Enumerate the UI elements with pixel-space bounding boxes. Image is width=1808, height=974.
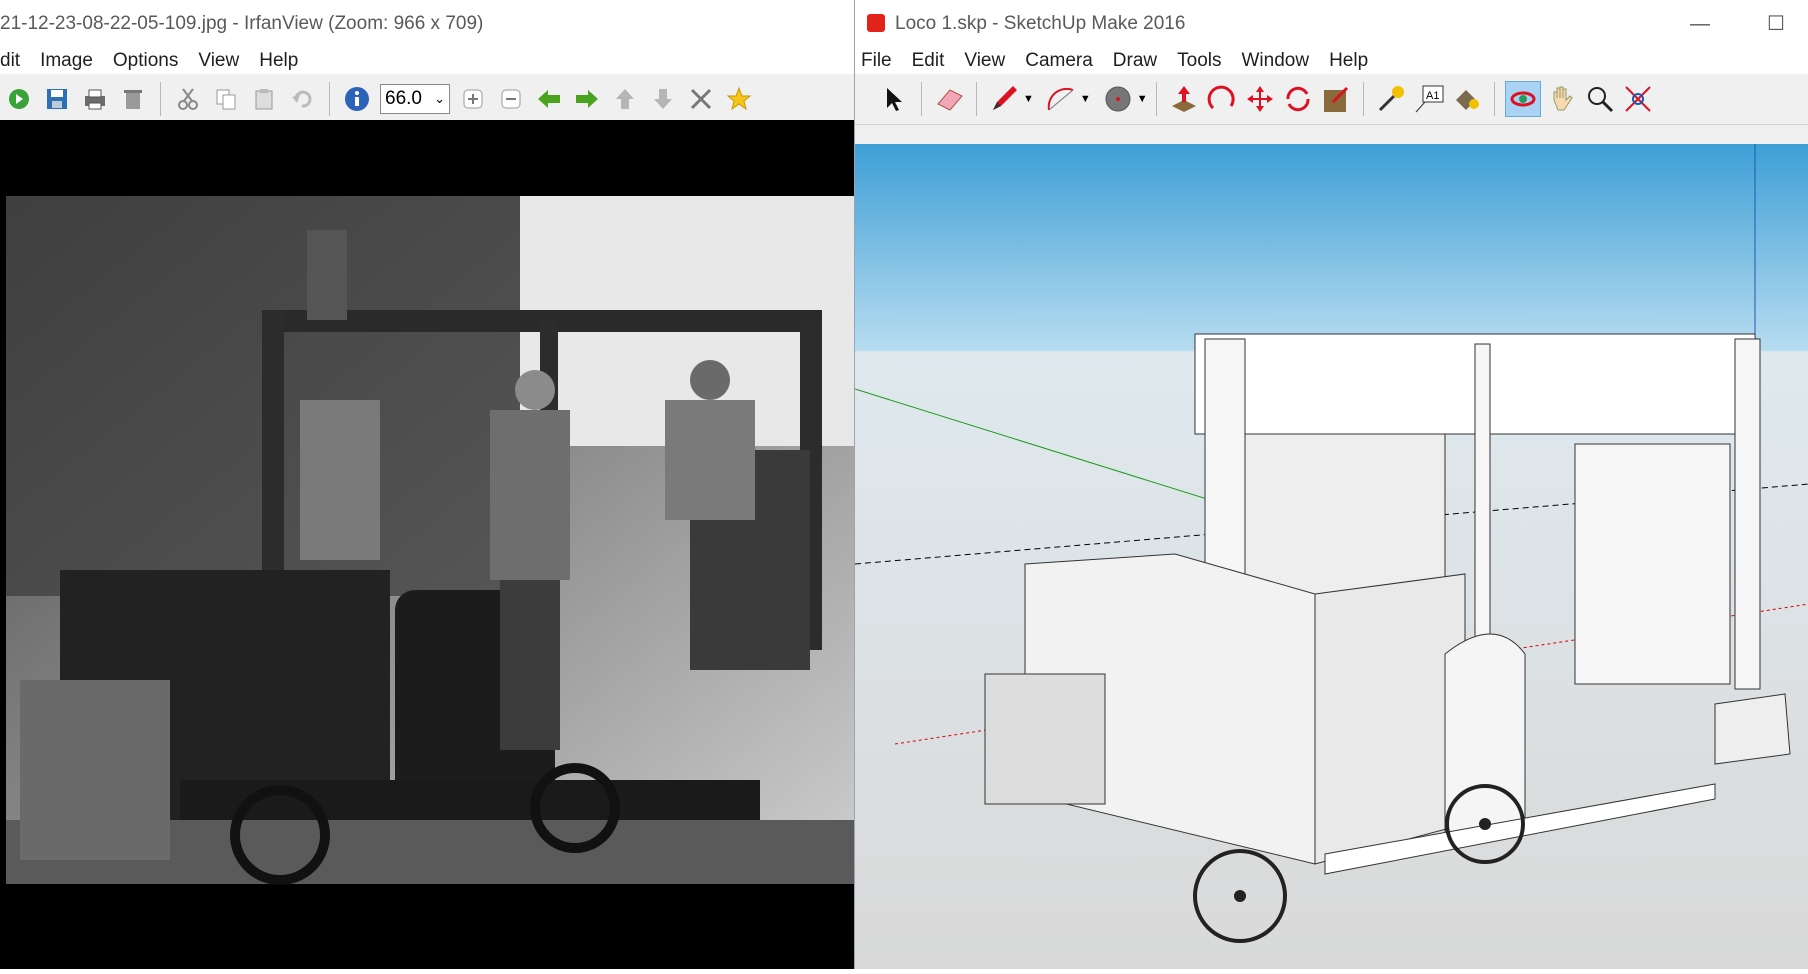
save-icon[interactable] [40,82,74,116]
menu-file[interactable]: File [861,50,892,72]
info-icon[interactable] [340,82,374,116]
irfanview-menubar: dit Image Options View Help [0,48,854,74]
scale-icon[interactable] [1319,82,1353,116]
menu-tools[interactable]: Tools [1177,50,1221,72]
locomotive-model [855,144,1808,943]
select-arrow-icon[interactable] [877,82,911,116]
toolbar-separator [329,82,330,116]
copy-icon[interactable] [209,82,243,116]
circle-icon[interactable] [1101,82,1135,116]
sketchup-title-bar: Loco 1.skp - SketchUp Make 2016 — ☐ [855,0,1808,48]
toolbar-separator [1155,82,1157,116]
star-icon[interactable] [722,82,756,116]
tools-icon[interactable] [684,82,718,116]
down-arrow-icon[interactable] [646,82,680,116]
menu-options[interactable]: Options [113,50,178,72]
arc-icon[interactable] [1044,82,1078,116]
paste-icon[interactable] [247,82,281,116]
pan-icon[interactable] [1545,82,1579,116]
delete-icon[interactable] [116,82,150,116]
eraser-icon[interactable] [932,82,966,116]
open-icon[interactable] [2,82,36,116]
toolbar-separator [976,82,977,116]
sketchup-menubar: File Edit View Camera Draw Tools Window … [855,48,1808,74]
menu-camera[interactable]: Camera [1025,50,1093,72]
menu-view[interactable]: View [964,50,1005,72]
menu-window[interactable]: Window [1242,50,1310,72]
zoom-select[interactable]: 66.0 ⌄ [380,84,450,114]
orbit-icon[interactable] [1504,81,1541,117]
text-icon[interactable]: A1 [1412,82,1446,116]
move-icon[interactable] [1243,82,1277,116]
menu-help[interactable]: Help [259,50,298,72]
toolbar-separator [921,82,922,116]
maximize-button[interactable]: ☐ [1767,0,1785,48]
menu-draw[interactable]: Draw [1113,50,1157,72]
chevron-down-icon[interactable]: ▼ [1080,93,1091,105]
irfanview-title: 21-12-23-08-22-05-109.jpg - IrfanView (Z… [0,13,484,34]
zoom-icon[interactable] [1583,82,1617,116]
text-tool-label: A1 [1426,90,1439,102]
locomotive-photo [6,196,854,885]
sketchup-viewport[interactable] [855,144,1808,969]
image-canvas [0,120,854,969]
undo-icon[interactable] [285,82,319,116]
menu-edit[interactable]: Edit [912,50,945,72]
toolbar-separator [160,82,161,116]
cut-icon[interactable] [171,82,205,116]
menu-help[interactable]: Help [1329,50,1368,72]
follow-me-icon[interactable] [1205,82,1239,116]
sketchup-logo-icon [867,14,885,32]
sketchup-toolbar: ▼ ▼ ▼ A1 [855,74,1808,125]
previous-arrow-icon[interactable] [532,82,566,116]
toolbar-separator [1493,82,1495,116]
sketchup-window: Loco 1.skp - SketchUp Make 2016 — ☐ File… [854,0,1808,969]
print-icon[interactable] [78,82,112,116]
sketchup-title: Loco 1.skp - SketchUp Make 2016 [895,13,1186,34]
next-arrow-icon[interactable] [570,82,604,116]
chevron-down-icon[interactable]: ▼ [1137,93,1148,105]
zoom-out-icon[interactable] [494,82,528,116]
irfanview-title-bar: 21-12-23-08-22-05-109.jpg - IrfanView (Z… [0,0,854,48]
chevron-down-icon[interactable]: ▼ [1023,93,1034,105]
rotate-icon[interactable] [1281,82,1315,116]
irfanview-toolbar: 66.0 ⌄ [0,74,854,125]
zoom-in-icon[interactable] [456,82,490,116]
paint-bucket-icon[interactable] [1450,82,1484,116]
chevron-down-icon: ⌄ [434,91,445,106]
zoom-extents-icon[interactable] [1621,82,1655,116]
minimize-button[interactable]: — [1690,0,1710,48]
menu-image[interactable]: Image [40,50,93,72]
pencil-icon[interactable] [987,82,1021,116]
up-arrow-icon[interactable] [608,82,642,116]
menu-edit[interactable]: dit [0,50,20,72]
irfanview-window: 21-12-23-08-22-05-109.jpg - IrfanView (Z… [0,0,854,969]
push-pull-icon[interactable] [1167,82,1201,116]
toolbar-separator [1362,82,1364,116]
zoom-value: 66.0 [385,88,422,109]
menu-view[interactable]: View [198,50,239,72]
tape-measure-icon[interactable] [1374,82,1408,116]
